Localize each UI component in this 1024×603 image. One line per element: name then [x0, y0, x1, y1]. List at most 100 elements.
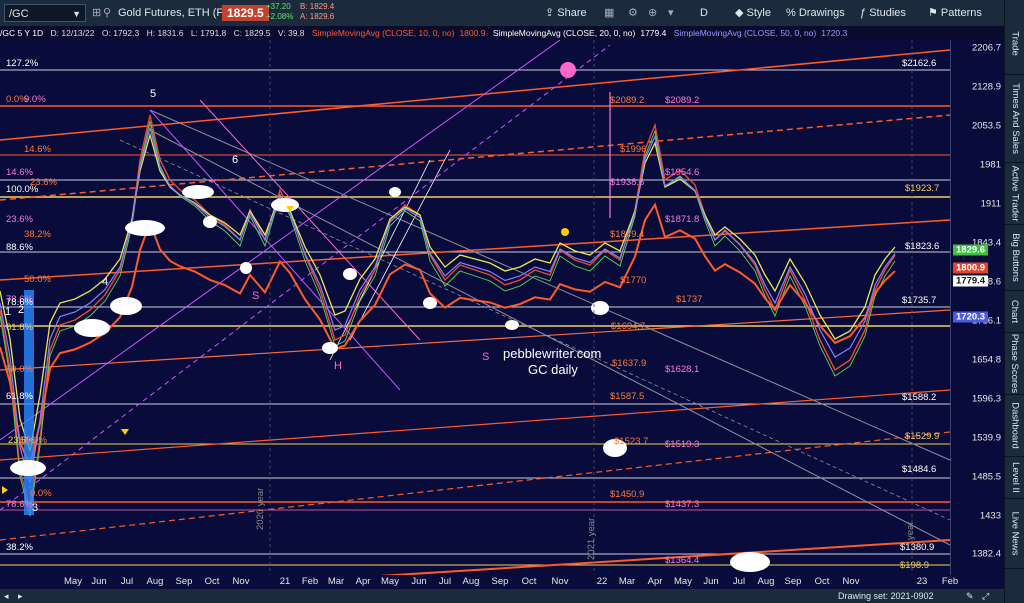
fib-label: 88.6% — [6, 242, 33, 253]
period-selector[interactable]: D — [700, 0, 708, 26]
sma50-label[interactable]: SimpleMovingAvg (CLOSE, 50, 0, no) — [674, 28, 817, 38]
time-tick: Feb — [301, 576, 319, 587]
tab-level-ii[interactable]: Level II — [1005, 456, 1024, 499]
trend-line — [0, 309, 950, 371]
time-tick: Oct — [204, 576, 220, 587]
price-chart[interactable] — [0, 40, 950, 575]
scroll-right-icon[interactable]: ▸ — [18, 589, 23, 603]
wave-marker — [74, 319, 110, 337]
fib-label: 50.0% — [24, 274, 51, 285]
symbol-input[interactable]: /GC ▼ — [4, 4, 86, 22]
sma10-value: 1800.9 — [459, 28, 486, 38]
level-label: $1450.9 — [610, 489, 645, 500]
drawings-button[interactable]: % Drawings — [786, 0, 845, 26]
time-tick: Nov — [551, 576, 569, 587]
fib-label: 50.0% — [20, 435, 47, 446]
trend-line — [0, 431, 950, 541]
level-label: $1735.7 — [902, 295, 937, 306]
expand-icon[interactable]: ⊞ — [92, 0, 101, 26]
study-info-bar: /GC 5 Y 1D D: 12/13/22 O: 1792.3 H: 1831… — [0, 26, 1004, 40]
time-tick: 23 — [916, 576, 928, 587]
wave-label: 5 — [150, 88, 157, 100]
level-label: $1996 — [620, 144, 647, 155]
scroll-left-icon[interactable]: ◂ — [4, 589, 9, 603]
trend-line — [0, 389, 950, 461]
trend-line — [0, 49, 950, 141]
gear-icon[interactable]: ⚙ — [628, 0, 638, 26]
wave-marker — [125, 220, 165, 236]
watermark-sub: GC daily — [528, 362, 578, 377]
wave-label: H — [334, 360, 342, 372]
patterns-button[interactable]: ⚑ Patterns — [928, 0, 982, 26]
level-label: $1871.8 — [665, 214, 700, 225]
top-toolbar: /GC ▼ ⊞ ⚲ Gold Futures, ETH (FEB 23) 1829… — [0, 0, 1024, 27]
time-tick: May — [381, 576, 399, 587]
tab-trade[interactable]: Trade — [1005, 12, 1024, 75]
time-tick: Jul — [732, 576, 746, 587]
wave-label: 2 — [18, 304, 25, 316]
level-label: $1519.3 — [665, 439, 700, 450]
time-tick: Sep — [175, 576, 193, 587]
more-icon[interactable]: ▦ — [604, 0, 614, 26]
share-button[interactable]: ⇪ Share — [545, 0, 587, 26]
tab-chart[interactable]: Chart — [1005, 290, 1024, 333]
wave-label: 4 — [102, 276, 109, 288]
status-bar: ◂ ▸ Drawing set: 2021-0902 ✎ ⤢ — [0, 589, 1004, 603]
time-tick: Nov — [842, 576, 860, 587]
filter-icon[interactable]: ⚲ — [103, 0, 111, 26]
time-axis[interactable]: May Jun Jul Aug Sep Oct Nov 21 Feb Mar Apr May Jun Ju… — [0, 575, 1004, 589]
tab-dashboard[interactable]: Dashboard — [1005, 394, 1024, 457]
time-tick: Apr — [647, 576, 663, 587]
chevron-down-icon[interactable]: ▼ — [72, 5, 81, 23]
price-tick: 1911 — [980, 198, 1001, 210]
fib-label: 61.8% — [6, 322, 33, 333]
price-axis[interactable]: 2206.72128.92053.5198119111843.41778.617… — [950, 40, 1005, 575]
level-label: $1529.9 — [905, 431, 940, 442]
wave-marker — [322, 342, 338, 354]
patterns-icon: ⚑ — [928, 7, 941, 19]
time-tick: Oct — [814, 576, 830, 587]
price-change: +37.20 +2.08% — [266, 2, 294, 21]
fib-label: 50.0% — [6, 364, 33, 375]
drawing-set-label[interactable]: Drawing set: 2021-0902 — [838, 589, 934, 603]
sma10-label[interactable]: SimpleMovingAvg (CLOSE, 10, 0, no) — [312, 28, 455, 38]
tab-big-buttons[interactable]: Big Buttons — [1005, 224, 1024, 291]
fib-label: 9.0% — [24, 94, 46, 105]
time-tick: 21 — [279, 576, 291, 587]
drawing-tools-icon[interactable]: ✎ — [966, 589, 974, 603]
sma50-value: 1720.3 — [821, 28, 848, 38]
wave-marker — [10, 460, 46, 476]
trend-line — [379, 539, 950, 575]
chart-plot-area[interactable]: $2162.6 $1923.7 $1823.6 $1735.7 $1588.2 … — [0, 40, 950, 575]
tab-live-news[interactable]: Live News — [1005, 498, 1024, 569]
time-tick: May — [64, 576, 82, 587]
fib-label: 100.0% — [6, 184, 39, 195]
share-icon: ⇪ — [545, 7, 558, 19]
tab-times-and-sales[interactable]: Times And Sales — [1005, 74, 1024, 163]
price-tick: 1654.8 — [971, 354, 1001, 366]
price-tick: 1485.5 — [971, 471, 1001, 483]
studies-button[interactable]: ƒ Studies — [860, 0, 906, 26]
target-marker — [560, 62, 576, 78]
price-badge-sma10: 1800.9 — [953, 262, 989, 274]
fib-label: 23.6% — [6, 214, 33, 225]
time-tick: Sep — [784, 576, 802, 587]
style-button[interactable]: ◆ Style — [735, 0, 771, 26]
time-tick: Jun — [703, 576, 719, 587]
time-tick: Jul — [438, 576, 452, 587]
bar-open: O: 1792.3 — [101, 28, 140, 38]
wave-marker — [182, 185, 214, 199]
tab-active-trader[interactable]: Active Trader — [1005, 162, 1024, 225]
drawings-icon: % — [786, 7, 799, 19]
price-tick: 1596.3 — [971, 393, 1001, 405]
level-label: $1923.7 — [905, 183, 940, 194]
tab-phase-scores[interactable]: Phase Scores — [1005, 332, 1024, 395]
crosshair-icon[interactable]: ⊕ — [648, 0, 657, 26]
fib-label: 0.0% — [30, 488, 52, 499]
bar-volume: V: 39.8 — [277, 28, 305, 38]
dropdown-icon[interactable]: ▾ — [668, 0, 674, 26]
expand-icon[interactable]: ⤢ — [982, 589, 989, 603]
sma20-label[interactable]: SimpleMovingAvg (CLOSE, 20, 0, no) — [493, 28, 636, 38]
fib-label: 38.2% — [24, 229, 51, 240]
bar-high: H: 1831.6 — [146, 28, 184, 38]
